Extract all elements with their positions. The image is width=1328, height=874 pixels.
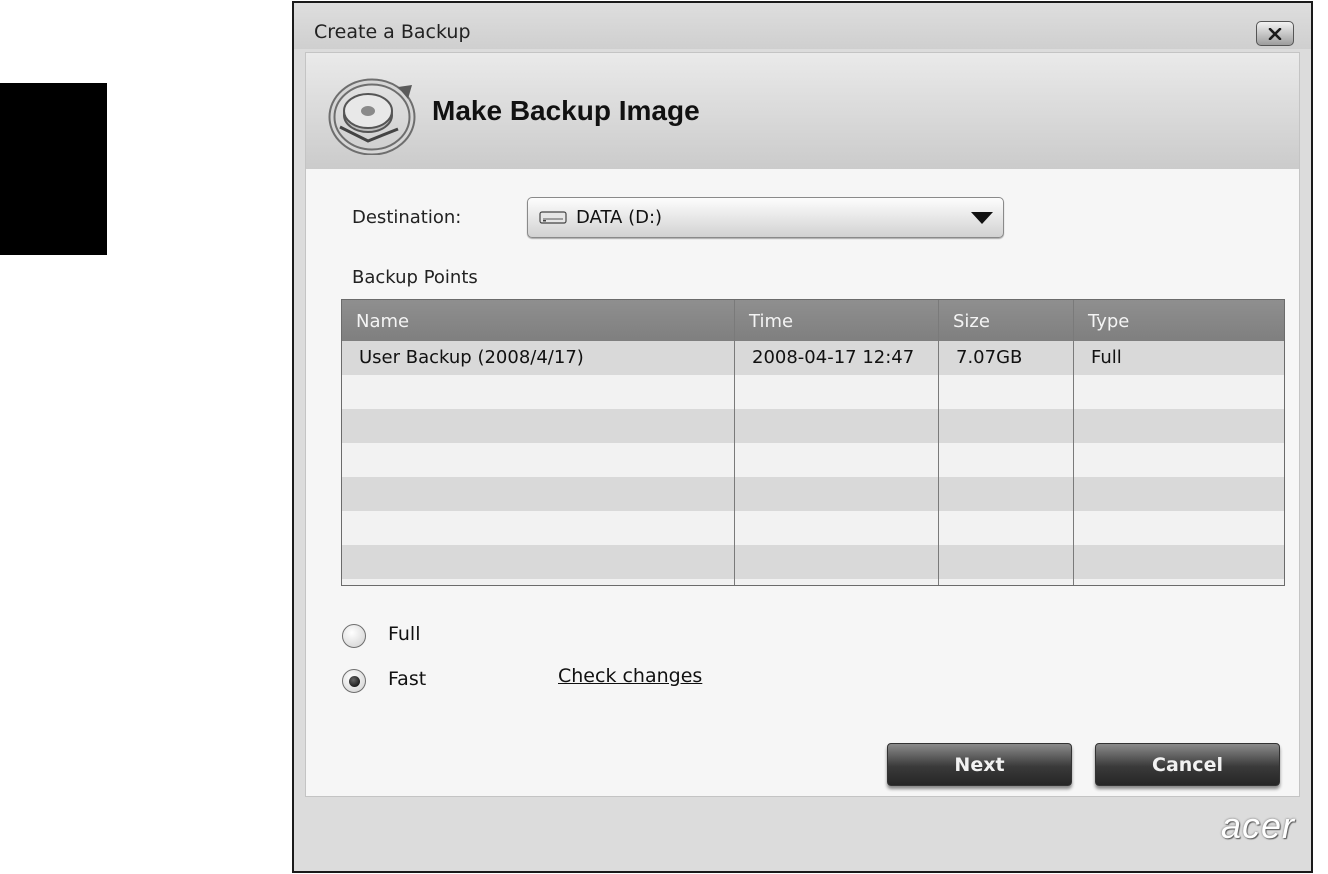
window-title: Create a Backup	[314, 21, 471, 43]
table-row[interactable]: User Backup (2008/4/17) 2008-04-17 12:47…	[342, 341, 1284, 375]
close-button[interactable]	[1256, 21, 1294, 46]
cancel-button[interactable]: Cancel	[1095, 743, 1280, 786]
empty-row	[342, 409, 1284, 443]
fast-radio[interactable]	[342, 669, 366, 693]
dialog-content: Make Backup Image Destination: DATA (D:)…	[305, 52, 1300, 797]
header-banner: Make Backup Image	[306, 53, 1299, 169]
empty-row	[342, 511, 1284, 545]
radio-selected-dot	[349, 676, 360, 687]
column-header-time[interactable]: Time	[735, 300, 793, 341]
column-divider	[734, 300, 735, 585]
page-title: Make Backup Image	[432, 95, 700, 126]
fast-radio-label: Fast	[388, 668, 427, 690]
destination-dropdown[interactable]: DATA (D:)	[527, 197, 1004, 238]
empty-row	[342, 545, 1284, 579]
table-header: Name Time Size Type	[342, 300, 1284, 341]
column-header-size[interactable]: Size	[939, 300, 990, 341]
full-radio[interactable]	[342, 624, 366, 648]
column-header-type[interactable]: Type	[1074, 300, 1129, 341]
empty-row	[342, 443, 1284, 477]
acer-logo: acer	[1220, 805, 1295, 846]
side-tab-marker	[0, 83, 107, 255]
backup-disk-icon	[328, 78, 416, 155]
create-backup-dialog: Create a Backup Make Backup Image Destin…	[292, 1, 1313, 873]
column-header-name[interactable]: Name	[342, 300, 409, 341]
empty-row	[342, 375, 1284, 409]
cell-time: 2008-04-17 12:47	[752, 347, 915, 368]
backup-points-label: Backup Points	[352, 267, 478, 288]
cell-name: User Backup (2008/4/17)	[359, 347, 584, 368]
backup-points-table: Name Time Size Type User Backup (2008/4/…	[341, 299, 1285, 586]
column-divider	[938, 300, 939, 585]
close-x-icon	[1268, 27, 1282, 40]
destination-label: Destination:	[352, 207, 462, 228]
chevron-down-icon	[971, 212, 993, 224]
destination-value: DATA (D:)	[576, 207, 663, 228]
full-radio-label: Full	[388, 623, 421, 645]
drive-icon	[539, 211, 567, 224]
column-divider	[1073, 300, 1074, 585]
empty-row	[342, 477, 1284, 511]
check-changes-link[interactable]: Check changes	[558, 665, 702, 687]
cell-size: 7.07GB	[956, 347, 1023, 368]
title-bar: Create a Backup	[294, 3, 1311, 49]
next-button[interactable]: Next	[887, 743, 1072, 786]
cell-type: Full	[1091, 347, 1122, 368]
